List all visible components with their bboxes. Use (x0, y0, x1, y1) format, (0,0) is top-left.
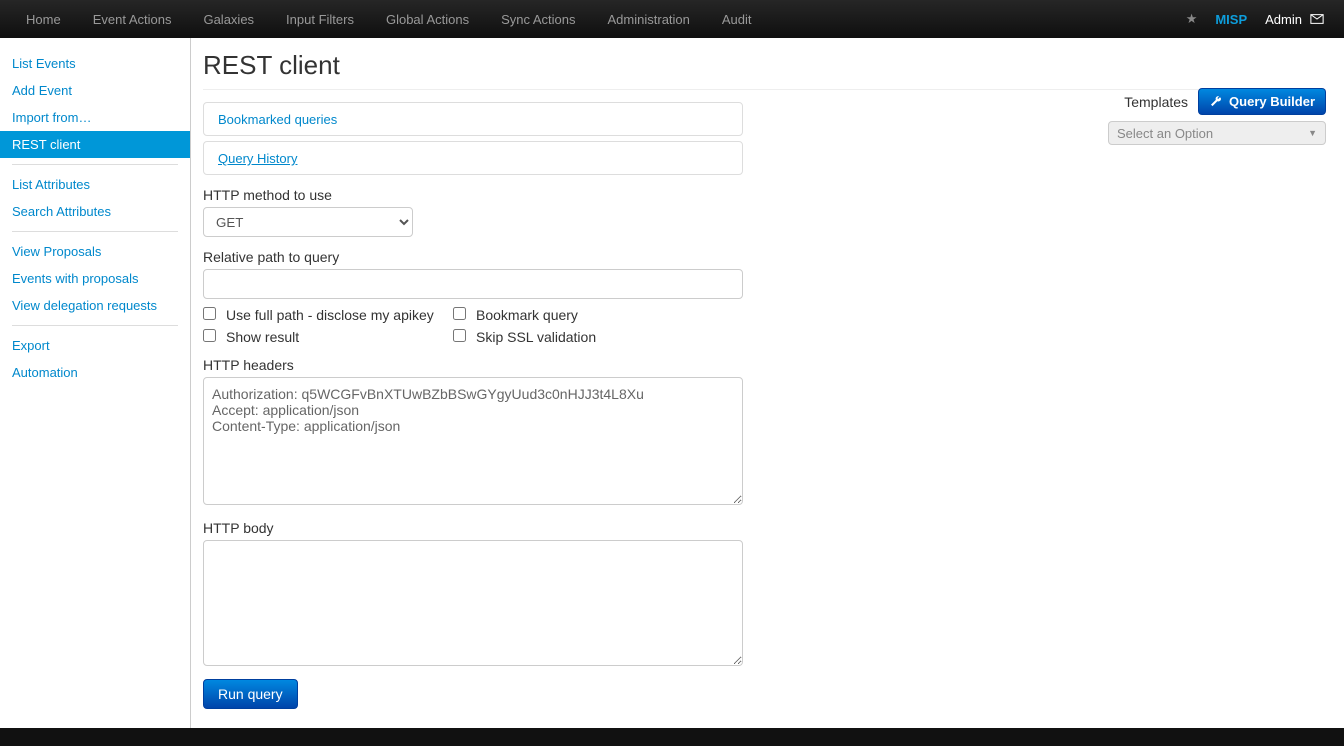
full-path-text: Use full path - disclose my apikey (226, 307, 434, 323)
top-navbar: Home Event Actions Galaxies Input Filter… (0, 0, 1344, 38)
bookmark-checkbox-label[interactable]: Bookmark query (453, 307, 703, 323)
skip-ssl-checkbox[interactable] (453, 329, 466, 342)
sidebar-link[interactable]: Add Event (12, 83, 72, 98)
user-menu[interactable]: Admin (1265, 12, 1324, 27)
bookmarked-queries-link[interactable]: Bookmarked queries (218, 112, 337, 127)
nav-audit[interactable]: Audit (706, 2, 768, 37)
sidebar-divider (12, 231, 178, 232)
sidebar-item-list-attributes[interactable]: List Attributes (0, 171, 190, 198)
sidebar-link[interactable]: List Attributes (12, 177, 90, 192)
nav-input-filters[interactable]: Input Filters (270, 2, 370, 37)
main-content: REST client Templates Query Builder Sele… (191, 38, 1344, 728)
sidebar-item-events-with-proposals[interactable]: Events with proposals (0, 265, 190, 292)
template-select-placeholder: Select an Option (1117, 126, 1213, 141)
sidebar-item-list-events[interactable]: List Events (0, 50, 190, 77)
sidebar-item-view-delegation-requests[interactable]: View delegation requests (0, 292, 190, 319)
show-result-text: Show result (226, 329, 299, 345)
full-path-checkbox[interactable] (203, 307, 216, 320)
bookmark-text: Bookmark query (476, 307, 578, 323)
sidebar-link[interactable]: Import from… (12, 110, 91, 125)
sidebar-link[interactable]: Export (12, 338, 50, 353)
star-icon[interactable]: ★ (1186, 11, 1198, 27)
templates-panel: Templates Query Builder Select an Option… (1086, 88, 1326, 145)
sidebar-link[interactable]: View delegation requests (12, 298, 157, 313)
sidebar-item-search-attributes[interactable]: Search Attributes (0, 198, 190, 225)
sidebar-divider (12, 325, 178, 326)
sidebar-item-import-from-[interactable]: Import from… (0, 104, 190, 131)
sidebar-link[interactable]: List Events (12, 56, 76, 71)
http-headers-label: HTTP headers (203, 357, 743, 373)
chevron-down-icon: ▼ (1308, 128, 1317, 138)
sidebar-link[interactable]: REST client (12, 137, 80, 152)
query-history-link[interactable]: Query History (218, 151, 297, 166)
query-builder-button[interactable]: Query Builder (1198, 88, 1326, 115)
template-select[interactable]: Select an Option ▼ (1108, 121, 1326, 145)
brand-link[interactable]: MISP (1215, 12, 1247, 27)
sidebar-item-view-proposals[interactable]: View Proposals (0, 238, 190, 265)
nav-global-actions[interactable]: Global Actions (370, 2, 485, 37)
skip-ssl-text: Skip SSL validation (476, 329, 596, 345)
full-path-checkbox-label[interactable]: Use full path - disclose my apikey (203, 307, 453, 323)
user-label: Admin (1265, 12, 1302, 27)
bookmarked-queries-panel[interactable]: Bookmarked queries (203, 102, 743, 136)
query-builder-label: Query Builder (1229, 94, 1315, 109)
sidebar-item-export[interactable]: Export (0, 332, 190, 359)
rest-form: HTTP method to use GET Relative path to … (203, 187, 743, 709)
http-body-label: HTTP body (203, 520, 743, 536)
nav-left: Home Event Actions Galaxies Input Filter… (10, 2, 768, 37)
sidebar: List Events Add Event Import from… REST cli… (0, 38, 190, 728)
sidebar-item-automation[interactable]: Automation (0, 359, 190, 386)
templates-label: Templates (1124, 94, 1188, 110)
sidebar-divider (12, 164, 178, 165)
sidebar-item-add-event[interactable]: Add Event (0, 77, 190, 104)
sidebar-link[interactable]: Events with proposals (12, 271, 138, 286)
show-result-checkbox[interactable] (203, 329, 216, 342)
nav-galaxies[interactable]: Galaxies (187, 2, 270, 37)
wrench-icon (1209, 95, 1223, 109)
sidebar-link[interactable]: Automation (12, 365, 78, 380)
page-title: REST client (203, 50, 1326, 81)
run-query-button[interactable]: Run query (203, 679, 298, 709)
query-history-panel[interactable]: Query History (203, 141, 743, 175)
skip-ssl-checkbox-label[interactable]: Skip SSL validation (453, 329, 703, 345)
nav-event-actions[interactable]: Event Actions (77, 2, 188, 37)
relative-path-input[interactable] (203, 269, 743, 299)
envelope-icon (1310, 12, 1324, 26)
sidebar-link[interactable]: View Proposals (12, 244, 101, 259)
http-body-textarea[interactable] (203, 540, 743, 666)
nav-administration[interactable]: Administration (592, 2, 706, 37)
http-method-select[interactable]: GET (203, 207, 413, 237)
nav-right: ★ MISP Admin (1186, 11, 1334, 27)
sidebar-item-rest-client[interactable]: REST client (0, 131, 190, 158)
relative-path-label: Relative path to query (203, 249, 743, 265)
http-method-label: HTTP method to use (203, 187, 743, 203)
sidebar-link[interactable]: Search Attributes (12, 204, 111, 219)
bookmark-checkbox[interactable] (453, 307, 466, 320)
http-headers-textarea[interactable] (203, 377, 743, 505)
show-result-checkbox-label[interactable]: Show result (203, 329, 453, 345)
nav-sync-actions[interactable]: Sync Actions (485, 2, 591, 37)
footer-bar (0, 728, 1344, 746)
nav-home[interactable]: Home (10, 2, 77, 37)
